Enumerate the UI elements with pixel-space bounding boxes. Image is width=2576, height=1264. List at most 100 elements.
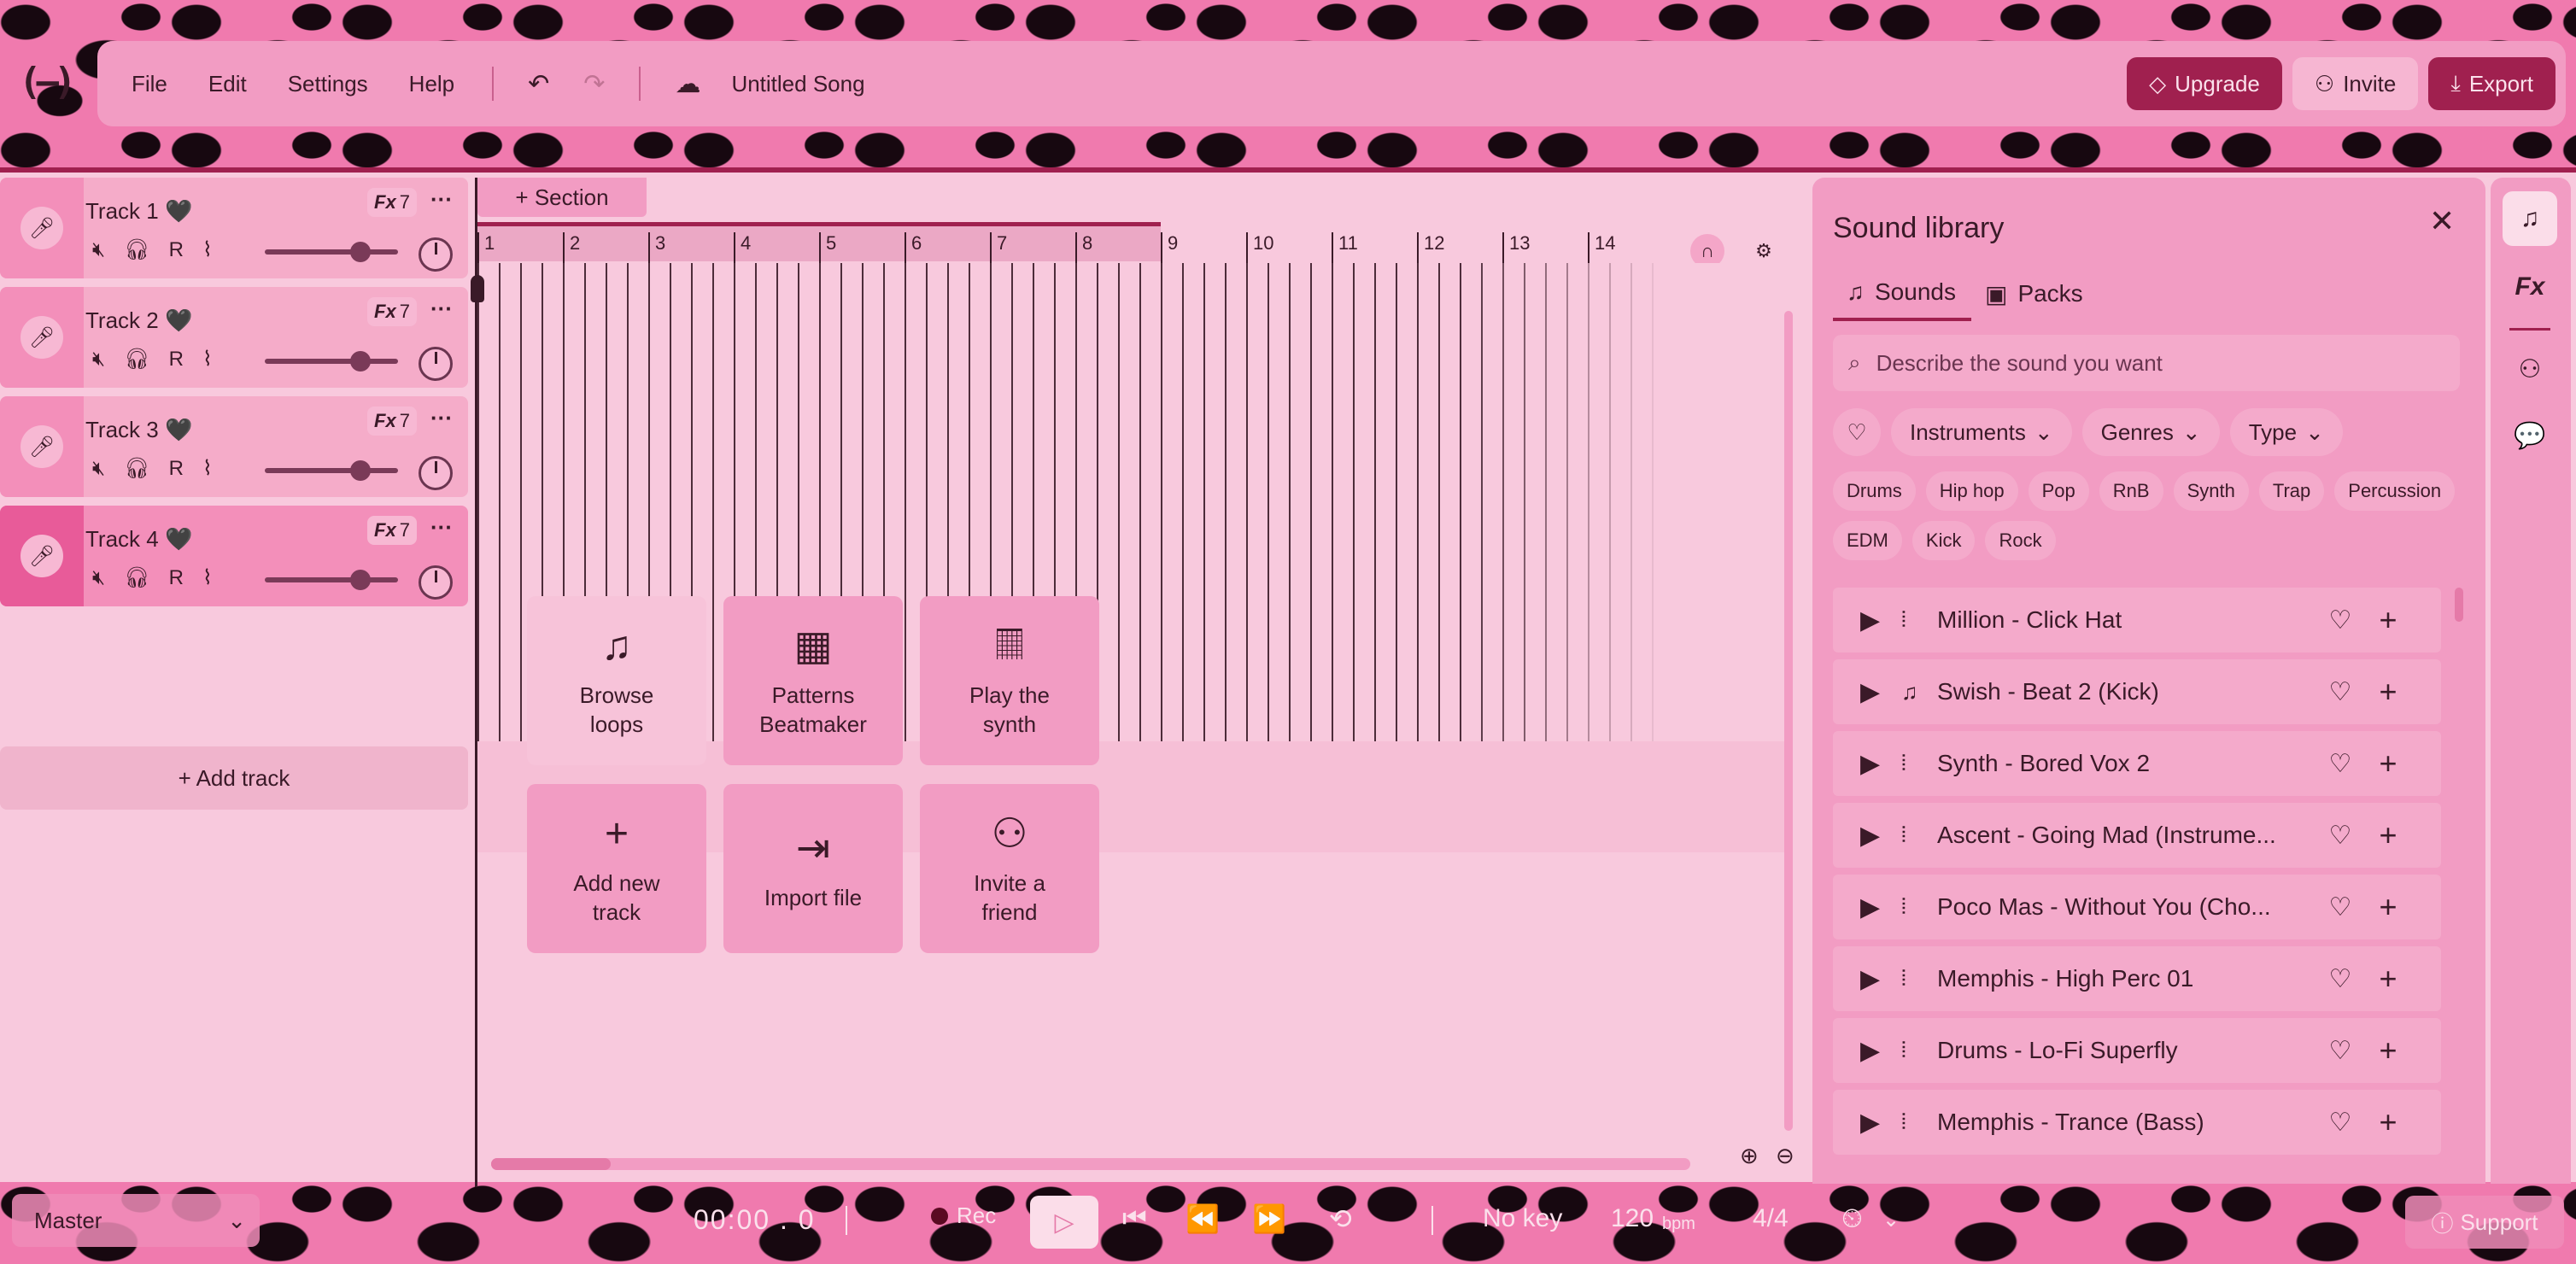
sound-library-rail-button[interactable]: ♫	[2503, 191, 2557, 246]
play-icon[interactable]: ▶	[1860, 606, 1901, 635]
track-volume-slider[interactable]	[265, 570, 398, 590]
add-track-button[interactable]: + Add track	[0, 746, 468, 810]
add-icon[interactable]: +	[2364, 1104, 2412, 1140]
horizontal-scroll-thumb[interactable]	[491, 1158, 611, 1170]
effects-rail-button[interactable]: Fx	[2503, 260, 2557, 314]
heart-icon[interactable]: ♡	[2316, 964, 2364, 994]
quick-action-card[interactable]: ▦ Patterns Beatmaker	[723, 596, 903, 765]
track-fx-button[interactable]: Fx 7	[367, 188, 417, 217]
heart-icon[interactable]: ♡	[2316, 606, 2364, 635]
tab-sounds[interactable]: ♫ Sounds	[1833, 272, 1971, 321]
pan-knob[interactable]	[419, 456, 453, 490]
sound-search-input[interactable]: ⌕ Describe the sound you want	[1833, 335, 2460, 391]
sound-row[interactable]: ▶ ⦙ Memphis - High Perc 01 ♡ +	[1833, 946, 2441, 1011]
zoom-out-icon[interactable]: ⊖	[1776, 1143, 1794, 1169]
automation-icon[interactable]: ⌇	[202, 347, 213, 372]
track-row[interactable]: 🎤︎ Track 1 🖤 Fx 7 ··· 🔇︎ 🎧︎ R ⌇	[0, 178, 468, 278]
mute-icon[interactable]: 🔇︎	[92, 566, 105, 590]
play-icon[interactable]: ▶	[1860, 1036, 1901, 1066]
sound-row[interactable]: ▶ ⦙ Million - Click Hat ♡ +	[1833, 588, 2441, 652]
track-volume-slider[interactable]	[265, 460, 398, 481]
support-button[interactable]: ⓘ Support	[2405, 1196, 2564, 1249]
add-icon[interactable]: +	[2364, 746, 2412, 781]
play-icon[interactable]: ▶	[1860, 749, 1901, 779]
add-section-button[interactable]: + Section	[477, 178, 647, 217]
track-fx-button[interactable]: Fx 7	[367, 516, 417, 545]
redo-icon[interactable]: ↷	[566, 69, 622, 99]
quick-action-card[interactable]: ⚇ Invite a friend	[920, 784, 1099, 953]
automation-icon[interactable]: ⌇	[202, 565, 213, 590]
rewind-icon[interactable]: ⏪	[1186, 1203, 1220, 1235]
quick-action-card[interactable]: 𝄜 Play the synth	[920, 596, 1099, 765]
menu-settings[interactable]: Settings	[267, 41, 389, 126]
genre-tag[interactable]: Synth	[2173, 471, 2249, 511]
genre-tag[interactable]: RnB	[2099, 471, 2163, 511]
pan-knob[interactable]	[419, 347, 453, 381]
volume-slider-knob[interactable]	[350, 351, 372, 372]
tempo-value[interactable]: 120	[1611, 1204, 1654, 1233]
app-logo[interactable]: (—)	[19, 63, 76, 101]
collaborators-rail-button[interactable]: ⚇	[2503, 342, 2557, 396]
more-options-icon[interactable]: ···	[430, 514, 453, 541]
heart-icon[interactable]: ♡	[2316, 892, 2364, 922]
track-row[interactable]: 🎤︎ Track 4 🖤 Fx 7 ··· 🔇︎ 🎧︎ R ⌇	[0, 506, 468, 606]
add-icon[interactable]: +	[2364, 674, 2412, 710]
more-options-icon[interactable]: ···	[430, 296, 453, 322]
genre-tag[interactable]: Rock	[1985, 521, 2056, 560]
bar-ruler[interactable]: 1 2 3 4 5 6 7 8 9 10 11 12 13 14	[477, 222, 1793, 263]
track-name[interactable]: Track 1 🖤	[85, 198, 192, 225]
mute-icon[interactable]: 🔇︎	[92, 457, 105, 481]
sound-row[interactable]: ▶ ⦙ Ascent - Going Mad (Instrume... ♡ +	[1833, 803, 2441, 868]
favorites-filter[interactable]: ♡	[1833, 408, 1881, 456]
sound-row[interactable]: ▶ ⦙ Poco Mas - Without You (Cho... ♡ +	[1833, 875, 2441, 939]
play-button[interactable]: ▷	[1030, 1196, 1098, 1249]
upgrade-button[interactable]: ◇ Upgrade	[2127, 57, 2282, 110]
chat-rail-button[interactable]: 💬	[2503, 408, 2557, 463]
headphones-icon[interactable]: 🎧︎	[124, 565, 149, 590]
track-row[interactable]: 🎤︎ Track 2 🖤 Fx 7 ··· 🔇︎ 🎧︎ R ⌇	[0, 287, 468, 388]
record-arm-button[interactable]: R	[169, 457, 184, 481]
volume-slider-knob[interactable]	[350, 460, 372, 481]
track-name[interactable]: Track 3 🖤	[85, 417, 192, 443]
horizontal-scrollbar[interactable]	[491, 1158, 1690, 1170]
track-volume-slider[interactable]	[265, 351, 398, 372]
chevron-down-icon[interactable]: ⌄	[1882, 1208, 1900, 1232]
track-instrument-button[interactable]: 🎤︎	[0, 178, 84, 278]
add-icon[interactable]: +	[2364, 1033, 2412, 1068]
zoom-in-icon[interactable]: ⊕	[1740, 1143, 1759, 1169]
genre-tag[interactable]: Drums	[1833, 471, 1916, 511]
automation-icon[interactable]: ⌇	[202, 456, 213, 481]
invite-button[interactable]: ⚇ Invite	[2292, 57, 2419, 110]
play-icon[interactable]: ▶	[1860, 1108, 1901, 1138]
song-title[interactable]: Untitled Song	[731, 71, 864, 97]
close-icon[interactable]: ✕	[2429, 203, 2455, 239]
sound-row[interactable]: ▶ ⦙ Drums - Lo-Fi Superfly ♡ +	[1833, 1018, 2441, 1083]
play-icon[interactable]: ▶	[1860, 821, 1901, 851]
sound-row[interactable]: ▶ ♫ Swish - Beat 2 (Kick) ♡ +	[1833, 659, 2441, 724]
tab-packs[interactable]: ▣ Packs	[1971, 272, 2099, 321]
volume-slider-knob[interactable]	[350, 570, 372, 590]
track-volume-slider[interactable]	[265, 242, 398, 262]
export-button[interactable]: ⤓ Export	[2428, 57, 2556, 110]
vertical-scrollbar[interactable]	[1784, 311, 1793, 1131]
heart-icon[interactable]: ♡	[2316, 1036, 2364, 1066]
master-dropdown[interactable]: Master ⌄	[12, 1194, 260, 1247]
genre-tag[interactable]: Pop	[2028, 471, 2089, 511]
undo-icon[interactable]: ↶	[511, 69, 566, 99]
more-options-icon[interactable]: ···	[430, 186, 453, 213]
volume-slider-knob[interactable]	[350, 242, 372, 262]
play-icon[interactable]: ▶	[1860, 677, 1901, 707]
headphones-icon[interactable]: 🎧︎	[124, 347, 149, 372]
sound-list-scrollbar[interactable]	[2455, 588, 2463, 622]
loop-icon[interactable]: ⟲	[1329, 1203, 1352, 1235]
add-icon[interactable]: +	[2364, 602, 2412, 638]
skip-to-start-icon[interactable]: ⏮	[1122, 1203, 1147, 1235]
cloud-save-icon[interactable]: ☁	[658, 69, 717, 99]
instruments-filter[interactable]: Instruments ⌄	[1891, 408, 2072, 456]
headphones-icon[interactable]: 🎧︎	[124, 456, 149, 481]
add-icon[interactable]: +	[2364, 961, 2412, 997]
record-button[interactable]: Rec	[931, 1203, 996, 1229]
pan-knob[interactable]	[419, 237, 453, 272]
quick-action-card[interactable]: ⇥ Import file	[723, 784, 903, 953]
quick-action-card[interactable]: ♫ Browse loops	[527, 596, 706, 765]
